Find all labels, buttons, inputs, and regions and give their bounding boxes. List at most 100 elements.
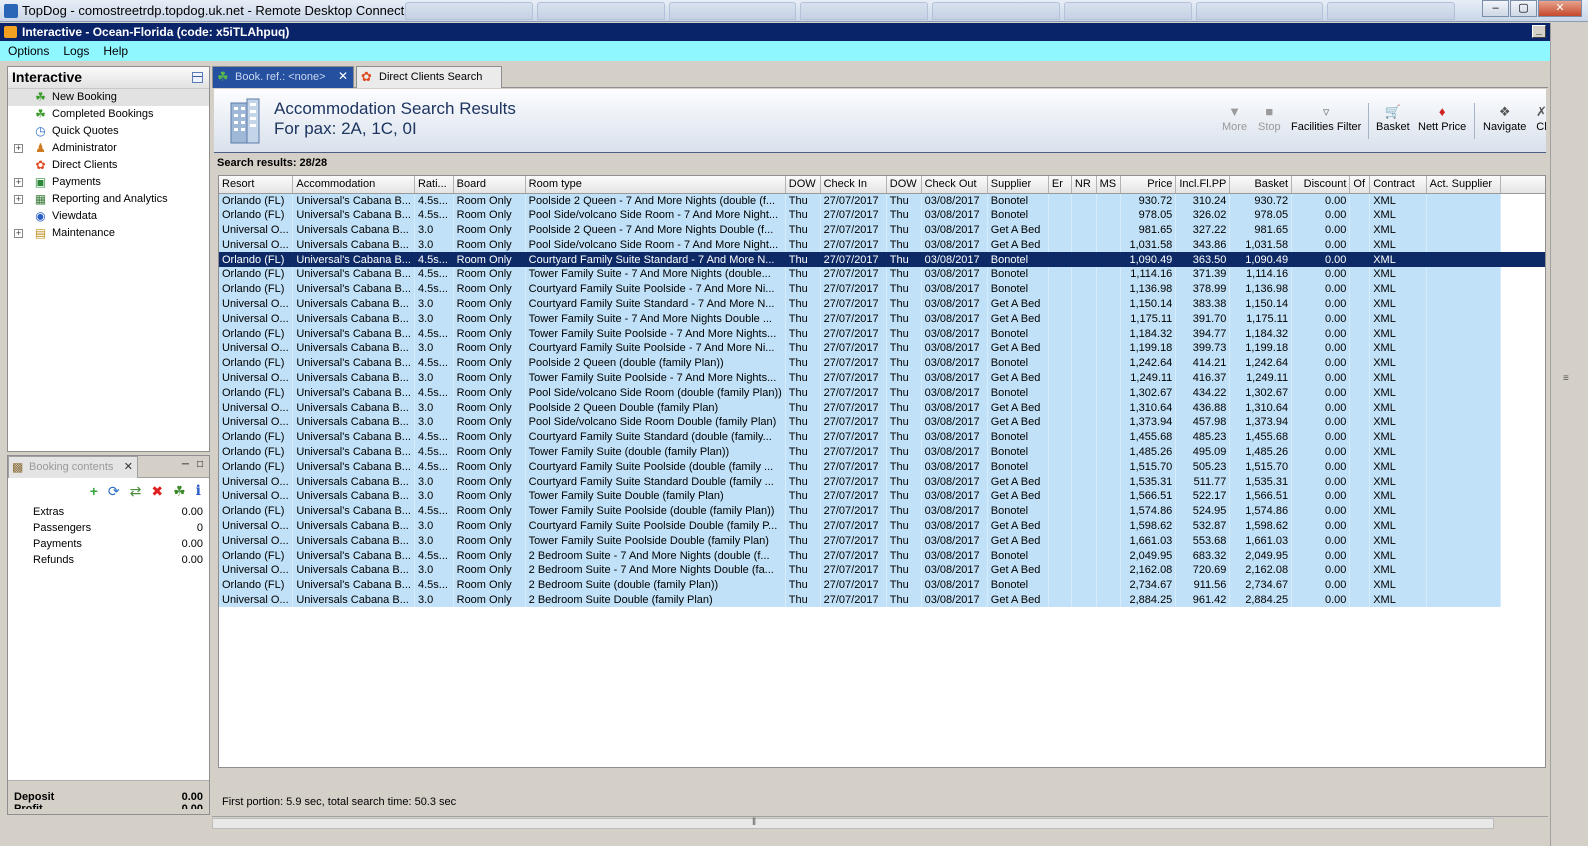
panel-maximize-icon[interactable]: □ [197,459,203,470]
booking-contents-tab[interactable]: ▩ Booking contents ✕ [8,456,138,478]
column-header[interactable]: Check In [820,176,887,194]
column-header[interactable]: Er [1048,176,1072,194]
horizontal-scrollbar[interactable]: ‖ [212,816,1548,830]
expand-icon[interactable]: + [14,144,23,153]
column-header[interactable]: NR [1071,176,1097,194]
close-tab-icon[interactable]: ✕ [124,460,133,473]
collapse-panel-button[interactable]: — [192,72,203,83]
basket-icon: 🛒 [1384,104,1401,119]
table-row[interactable]: Orlando (FL) Universal's Cabana B... 4.5s.… [219,266,1545,282]
table-row[interactable]: Universal O... Universals Cabana B... 3.0 R… [219,488,1545,504]
table-row[interactable]: Orlando (FL) Universal's Cabana B... 4.5s.… [219,355,1545,371]
table-row[interactable]: Universal O... Universals Cabana B... 3.0 R… [219,562,1545,578]
pax-summary: For pax: 2A, 1C, 0I [274,119,417,138]
table-row[interactable]: Universal O... Universals Cabana B... 3.0 R… [219,311,1545,327]
transfer-icon[interactable]: ⇄ [130,483,142,500]
panel-minimize-icon[interactable]: ─ [182,459,189,470]
table-cell [1071,311,1097,327]
truncated-button[interactable]: ✗ Cl [1536,103,1547,133]
tab-direct-clients-search[interactable]: ✿ Direct Clients Search [356,66,502,88]
nett-price-button[interactable]: ♦ Nett Price [1418,103,1466,133]
close-button[interactable]: ✕ [1538,0,1582,17]
table-row[interactable]: Universal O... Universals Cabana B... 3.0 R… [219,474,1545,489]
stop-button[interactable]: ■ Stop [1258,103,1281,133]
nav-item-reporting-and-analytics[interactable]: + ▦ Reporting and Analytics [8,191,209,208]
restore-button[interactable]: ▢ [1510,0,1537,17]
app-minimize-button[interactable]: _ [1532,25,1546,38]
right-scrollbar[interactable]: ≡ [1550,23,1588,846]
table-row[interactable]: Universal O... Universals Cabana B... 3.0 R… [219,340,1545,356]
table-row[interactable]: Orlando (FL) Universal's Cabana B... 4.5s.… [219,577,1545,593]
nav-item-administrator[interactable]: + ♟ Administrator [8,140,209,157]
nav-item-new-booking[interactable]: ☘ New Booking [8,89,209,106]
table-row[interactable]: Orlando (FL) Universal's Cabana B... 4.5s.… [219,459,1545,475]
info-icon[interactable]: i [196,483,201,499]
table-row[interactable]: Universal O... Universals Cabana B... 3.0 R… [219,370,1545,386]
table-row[interactable]: Universal O... Universals Cabana B... 3.0 R… [219,414,1545,430]
column-header[interactable]: Discount [1291,176,1351,194]
column-header[interactable]: Of [1349,176,1371,194]
scroll-thumb[interactable] [212,818,1494,829]
column-header[interactable]: Room type [525,176,786,194]
table-row[interactable]: Orlando (FL) Universal's Cabana B... 4.5s.… [219,548,1545,563]
table-row[interactable]: Orlando (FL) Universal's Cabana B... 4.5s.… [219,385,1545,401]
nav-item-quick-quotes[interactable]: ◷ Quick Quotes [8,123,209,140]
close-tab-icon[interactable]: ✕ [338,69,348,83]
column-header[interactable]: Basket [1229,176,1293,194]
nav-item-payments[interactable]: + ▣ Payments [8,174,209,191]
column-header[interactable]: Check Out [921,176,988,194]
refresh-icon[interactable]: ⟳ [108,483,120,500]
column-header[interactable]: Rati... [414,176,454,194]
palm-tree-icon[interactable]: ☘ [173,483,186,500]
table-row[interactable]: Orlando (FL) Universal's Cabana B... 4.5s.… [219,252,1545,267]
facilities-filter-button[interactable]: ▿ Facilities Filter [1291,103,1361,133]
delete-icon[interactable]: ✖ [151,483,163,500]
expand-icon[interactable]: + [14,195,23,204]
table-row[interactable]: Universal O... Universals Cabana B... 3.0 R… [219,533,1545,549]
nav-item-direct-clients[interactable]: ✿ Direct Clients [8,157,209,174]
table-row[interactable]: Universal O... Universals Cabana B... 3.0 R… [219,518,1545,534]
table-row[interactable]: Orlando (FL) Universal's Cabana B... 4.5s.… [219,281,1545,297]
column-header[interactable]: DOW [886,176,922,194]
table-row[interactable]: Orlando (FL) Universal's Cabana B... 4.5s.… [219,207,1545,223]
add-icon[interactable]: + [90,483,98,499]
table-row[interactable]: Universal O... Universals Cabana B... 3.0 R… [219,296,1545,312]
column-header[interactable]: Act. Supplier [1426,176,1501,194]
clock-icon: ◷ [35,124,46,138]
nav-item-maintenance[interactable]: + ▤ Maintenance [8,225,209,242]
table-cell: 378.99 [1175,281,1231,297]
column-header[interactable]: Resort [219,176,294,194]
menu-help[interactable]: Help [103,44,128,58]
menu-logs[interactable]: Logs [63,44,89,58]
navigate-button[interactable]: ❖ Navigate [1483,103,1526,133]
table-row[interactable]: Universal O... Universals Cabana B... 3.0 R… [219,592,1545,608]
column-header[interactable]: DOW [785,176,821,194]
expand-icon[interactable]: + [14,178,23,187]
table-row[interactable]: Orlando (FL) Universal's Cabana B... 4.5s.… [219,503,1545,519]
menu-options[interactable]: Options [8,44,49,58]
expand-icon[interactable]: + [14,229,23,238]
table-row[interactable]: Orlando (FL) Universal's Cabana B... 4.5s.… [219,193,1545,208]
table-cell: Thu [886,577,922,593]
table-row[interactable]: Orlando (FL) Universal's Cabana B... 4.5s.… [219,326,1545,341]
nav-item-completed-bookings[interactable]: ☘ Completed Bookings [8,106,209,123]
column-header[interactable]: MS [1096,176,1122,194]
table-row[interactable]: Universal O... Universals Cabana B... 3.0 R… [219,237,1545,253]
more-button[interactable]: ▼ More [1222,103,1247,133]
table-cell: Thu [886,592,922,608]
column-header[interactable]: Board [453,176,526,194]
basket-button[interactable]: 🛒 Basket [1376,103,1410,133]
table-row[interactable]: Universal O... Universals Cabana B... 3.0 R… [219,222,1545,238]
column-header[interactable]: Accommodation [292,176,415,194]
table-row[interactable]: Orlando (FL) Universal's Cabana B... 4.5s.… [219,444,1545,460]
table-row[interactable]: Universal O... Universals Cabana B... 3.0 R… [219,400,1545,415]
column-header[interactable]: Contract [1369,176,1427,194]
column-header[interactable]: Price [1120,176,1177,194]
column-header[interactable]: Incl.Fl.PP [1175,176,1231,194]
minimize-button[interactable]: – [1482,0,1509,17]
tab-booking-ref[interactable]: ☘ Book. ref.: <none> ✕ [212,66,354,88]
table-row[interactable]: Orlando (FL) Universal's Cabana B... 4.5s.… [219,429,1545,445]
column-header[interactable]: Supplier [987,176,1049,194]
nav-item-viewdata[interactable]: ◉ Viewdata [8,208,209,225]
table-cell: 03/08/2017 [921,266,988,282]
